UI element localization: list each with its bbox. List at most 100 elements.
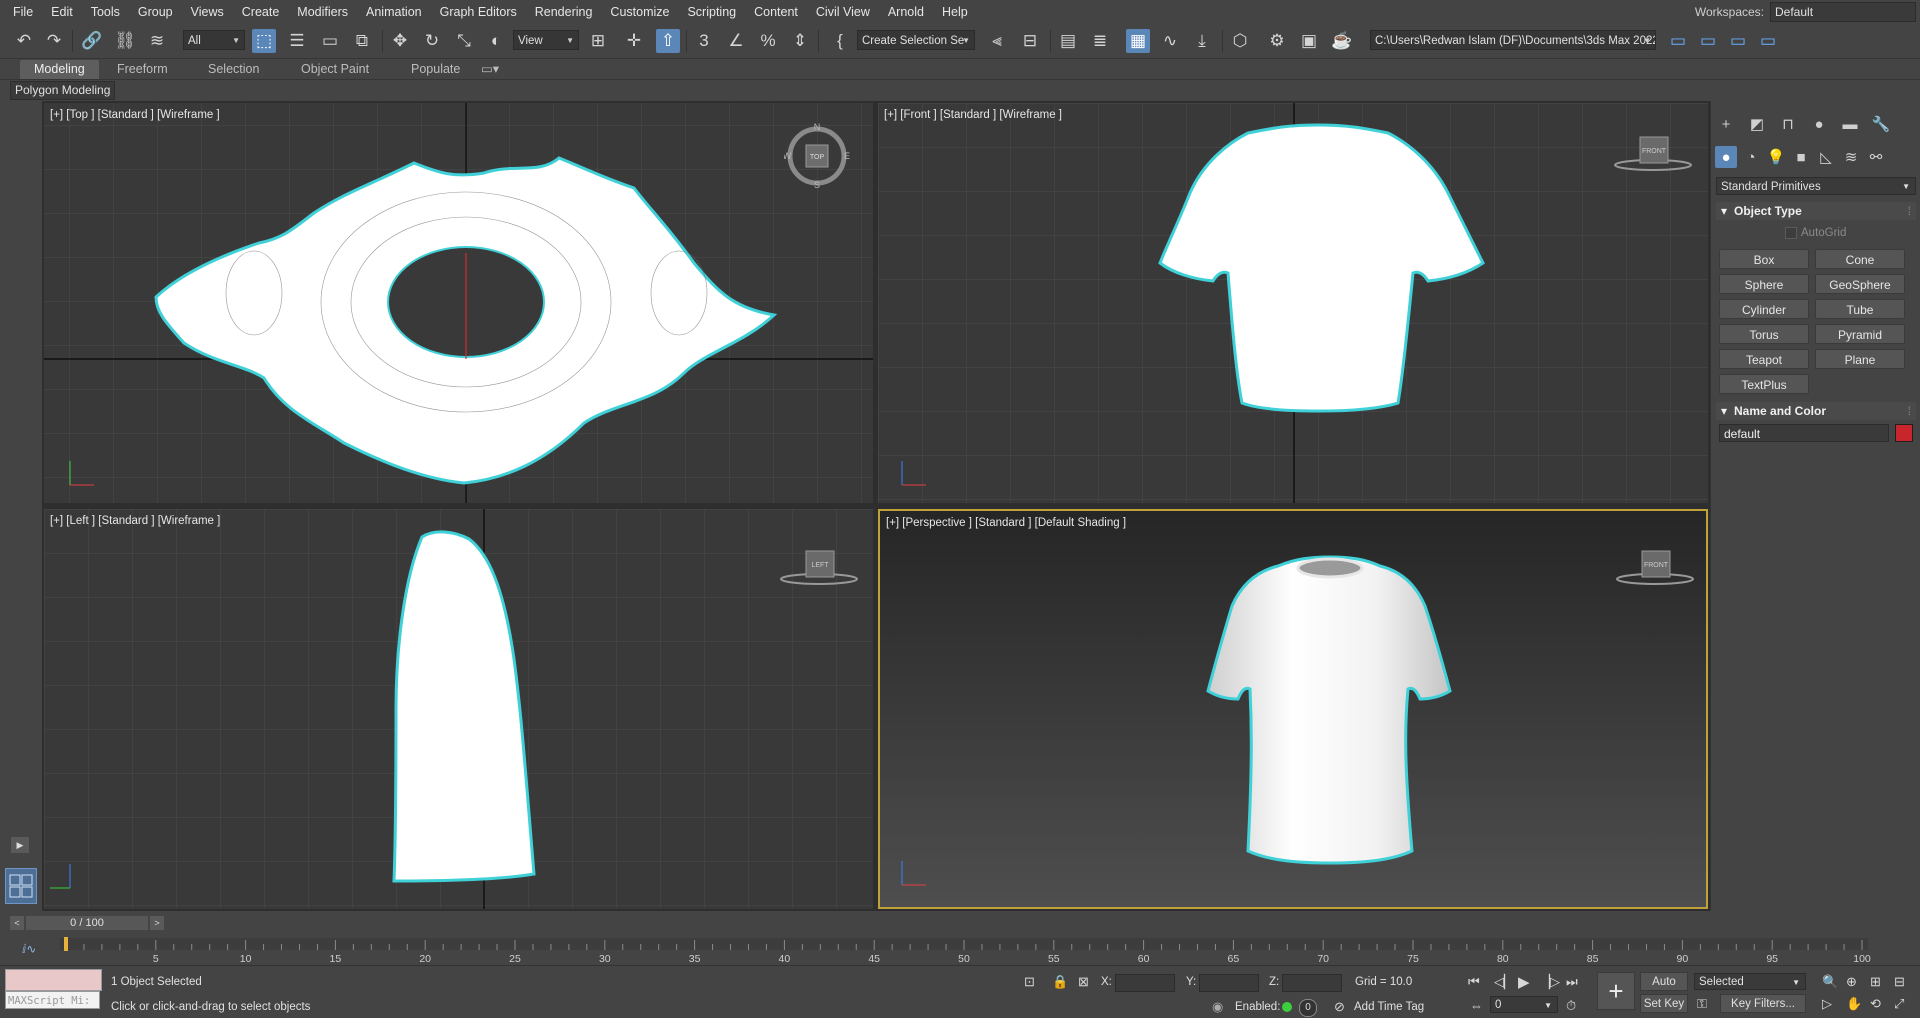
viewport-front[interactable]: [+] [Front ] [Standard ] [Wireframe ] FR… [878,103,1708,503]
reference-coordinate-dropdown[interactable]: View [513,30,579,50]
add-time-tag-button[interactable]: Add Time Tag [1354,1001,1424,1013]
pan-view-icon[interactable]: ✋ [1846,996,1862,1012]
menu-customize[interactable]: Customize [601,0,678,24]
maximize-viewport-icon[interactable]: ⤢ [1894,996,1904,1012]
edit-named-selection-icon[interactable]: { [828,29,852,53]
viewport-perspective-label[interactable]: [+] [Perspective ] [Standard ] [Default … [886,517,1126,529]
set-key-button[interactable]: Set Key [1640,994,1688,1013]
snaps-toggle-icon[interactable]: 3 [692,29,716,53]
utilities-panel-icon[interactable]: 🔧 [1870,113,1892,135]
project-save-icon[interactable]: ▭ [1726,29,1750,53]
project-new-icon[interactable]: ▭ [1666,29,1690,53]
menu-content[interactable]: Content [745,0,807,24]
z-coordinate-field[interactable] [1282,974,1342,992]
goto-start-icon[interactable]: ⏮ [1468,974,1480,990]
curve-editor-mini-icon[interactable]: ⅈ∿ [22,942,36,956]
redo-icon[interactable]: ↷ [42,29,66,53]
cameras-icon[interactable]: ■ [1790,146,1812,168]
toggle-layer-explorer-icon[interactable]: ≣ [1088,29,1112,53]
geosphere-button[interactable]: GeoSphere [1815,274,1905,294]
zoom-extents-all-icon[interactable]: ⊟ [1894,974,1905,990]
select-manipulate-icon[interactable]: ✛ [622,29,646,53]
selection-filter-dropdown[interactable]: All [183,30,245,50]
render-production-icon[interactable]: ☕ [1330,29,1354,53]
key-filter-icon[interactable]: ⚿ [1697,996,1707,1012]
rotate-icon[interactable]: ↻ [420,29,444,53]
maxscript-mini-listener[interactable]: MAXScript Mi: [5,991,100,1009]
absolute-mode-icon[interactable]: ⊠ [1078,974,1089,990]
workspaces-dropdown[interactable]: Default [1770,2,1916,22]
expand-layout-icon[interactable]: ▶ [11,837,29,853]
display-panel-icon[interactable]: ▬ [1839,113,1861,135]
menu-arnold[interactable]: Arnold [879,0,933,24]
rectangular-selection-icon[interactable]: ▭ [318,29,342,53]
geometry-icon[interactable]: ● [1715,146,1737,168]
viewport-perspective[interactable]: [+] [Perspective ] [Standard ] [Default … [878,509,1708,909]
orbit-icon[interactable]: ⟲ [1870,996,1881,1012]
lights-icon[interactable]: 💡 [1765,146,1787,168]
key-mode-icon[interactable]: ⇔ [1470,998,1483,1013]
track-bar[interactable]: 5 10 15 20 25 30 35 40 45 50 55 60 65 70 75 80 85 90 95 100… [0,934,1920,965]
viewport-top-label[interactable]: [+] [Top ] [Standard ] [Wireframe ] [50,109,220,121]
hierarchy-panel-icon[interactable]: ⊓ [1777,113,1799,135]
viewport-left[interactable]: [+] [Left ] [Standard ] [Wireframe ] LEF… [44,509,873,909]
systems-icon[interactable]: ⚯ [1865,146,1887,168]
create-panel-icon[interactable]: + [1715,113,1737,135]
auto-key-button[interactable]: Auto Key [1640,972,1688,1007]
polygon-modeling-panel[interactable]: Polygon Modeling [10,81,116,100]
angle-snap-icon[interactable]: ∠ [724,29,748,53]
next-frame-icon[interactable]: ▕▷ [1540,974,1560,990]
viewcube-perspective[interactable]: FRONT [1615,537,1695,597]
field-of-view-icon[interactable]: ▷ [1822,996,1832,1012]
object-color-swatch[interactable] [1895,424,1913,442]
zoom-extents-icon[interactable]: ⊞ [1870,974,1881,990]
key-selection-dropdown[interactable]: Selected [1694,973,1806,991]
key-filters-button[interactable]: Key Filters... [1720,994,1806,1013]
move-icon[interactable]: ✥ [388,29,412,53]
object-type-rollout[interactable]: Object Type [1716,202,1916,220]
current-frame-field[interactable]: 0 [1490,996,1558,1014]
menu-help[interactable]: Help [933,0,977,24]
viewport-top[interactable]: [+] [Top ] [Standard ] [Wireframe ] TOP … [44,103,873,503]
time-slider-next-icon[interactable]: > [150,916,164,930]
project-folder-icon[interactable]: ▭ [1756,29,1780,53]
menu-scripting[interactable]: Scripting [678,0,745,24]
menu-group[interactable]: Group [129,0,182,24]
isolate-selection-icon[interactable]: ⊡ [1024,974,1035,990]
time-slider-thumb[interactable]: 0 / 100 [26,916,148,930]
play-icon[interactable]: ▶ [1518,973,1530,991]
y-coordinate-field[interactable] [1199,974,1259,992]
tab-selection[interactable]: Selection [194,60,273,79]
goto-end-icon[interactable]: ⏭ [1566,974,1578,990]
zoom-icon[interactable]: 🔍 [1822,974,1838,990]
viewcube-left[interactable]: LEFT [779,537,859,597]
select-by-name-icon[interactable]: ☰ [285,29,309,53]
spinner-snap-icon[interactable]: ⇕ [788,29,812,53]
box-button[interactable]: Box [1719,249,1809,269]
project-path-dropdown[interactable]: C:\Users\Redwan Islam (DF)\Documents\3ds… [1370,30,1656,50]
percent-snap-icon[interactable]: % [756,29,780,53]
rendered-frame-window-icon[interactable]: ▣ [1297,29,1321,53]
previous-frame-icon[interactable]: ◁▏ [1494,974,1514,990]
tab-populate[interactable]: Populate [397,60,474,79]
maxscript-listener-output[interactable] [5,969,102,991]
modify-panel-icon[interactable]: ◩ [1746,113,1768,135]
viewport-left-label[interactable]: [+] [Left ] [Standard ] [Wireframe ] [50,515,220,527]
menu-create[interactable]: Create [233,0,289,24]
tab-object-paint[interactable]: Object Paint [287,60,383,79]
cone-button[interactable]: Cone [1815,249,1905,269]
selection-lock-icon[interactable]: 🔒 [1052,974,1068,990]
viewport-layout-icon[interactable] [5,868,37,904]
curve-editor-icon[interactable]: ∿ [1158,29,1182,53]
menu-edit[interactable]: Edit [42,0,82,24]
keyboard-shortcut-override-icon[interactable]: ⇧ [656,29,680,53]
unlink-icon[interactable]: ⛓ [113,29,137,53]
menu-graph-editors[interactable]: Graph Editors [431,0,526,24]
helpers-icon[interactable]: ◺ [1815,146,1837,168]
tube-button[interactable]: Tube [1815,299,1905,319]
compass-viewcube-top[interactable]: TOP N S E W [784,121,854,191]
shapes-icon[interactable]: ◔ [1740,146,1762,168]
window-crossing-icon[interactable]: ⧉ [350,29,374,53]
tab-freeform[interactable]: Freeform [103,60,182,79]
plane-button[interactable]: Plane [1815,349,1905,369]
